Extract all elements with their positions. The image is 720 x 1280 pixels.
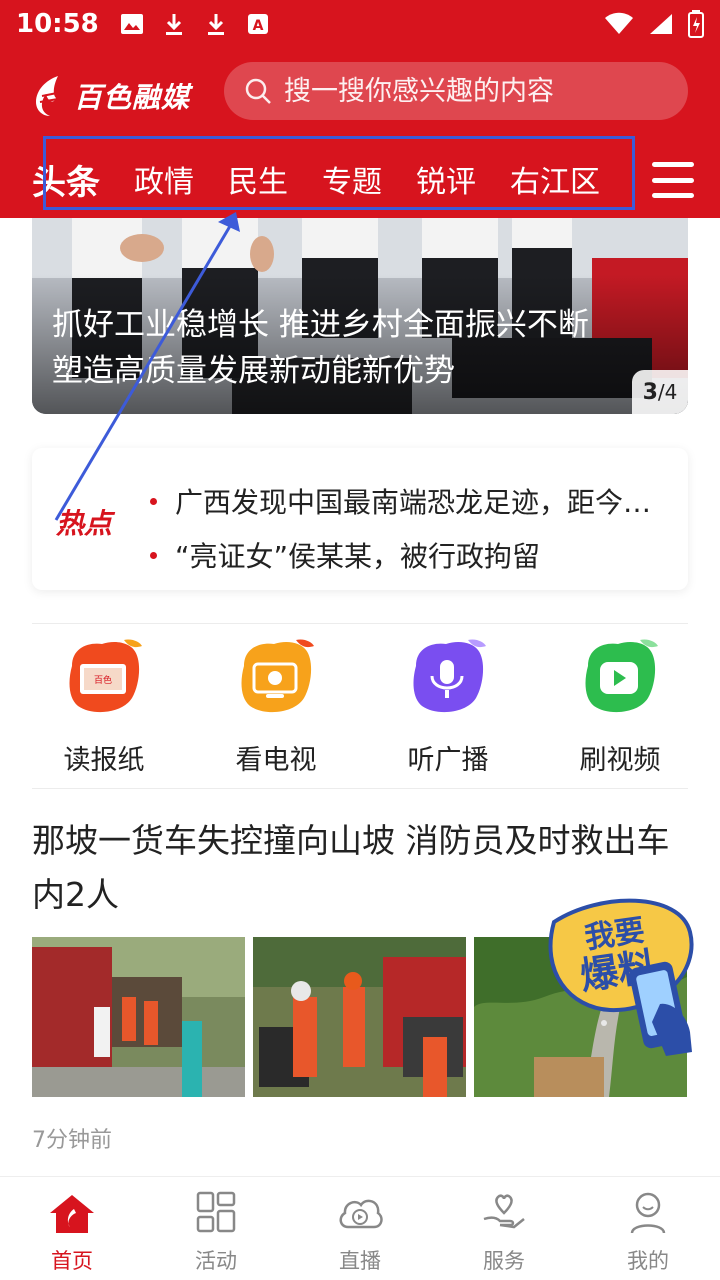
menu-icon-bar [652, 162, 694, 167]
quick-shortcuts: 百色 读报纸 看电视 听广播 刷视频 [0, 636, 720, 786]
nav-service[interactable]: 服务 [432, 1177, 576, 1280]
hot-news-item[interactable]: 广西发现中国最南端恐龙足迹，距今约1亿年 [150, 474, 670, 528]
tab-livelihood[interactable]: 民生 [228, 157, 288, 201]
hot-news-text: “亮证女”侯某某，被行政拘留 [175, 540, 541, 573]
hot-label: 热点 [56, 507, 113, 540]
search-icon [245, 78, 271, 104]
app-a-icon: A [245, 11, 271, 37]
nav-activity[interactable]: 活动 [144, 1177, 288, 1280]
nav-label: 我的 [627, 1249, 669, 1273]
nav-live[interactable]: 直播 [288, 1177, 432, 1280]
shortcut-label: 看电视 [235, 745, 317, 776]
download-icon [161, 11, 187, 37]
channel-menu-button[interactable] [652, 162, 694, 198]
live-cloud-icon [339, 1199, 383, 1229]
article-image [32, 937, 245, 1097]
bullet-dot [150, 497, 157, 505]
shortcut-video[interactable]: 刷视频 [534, 636, 706, 786]
video-icon [585, 639, 658, 713]
app-header: 百色融媒 头条 政情 民生 专题 锐评 右江区 [0, 48, 720, 218]
nav-label: 活动 [195, 1249, 237, 1273]
firefighter-rescue-photo [253, 937, 466, 1097]
bullet-dot [150, 551, 157, 559]
download-icon [203, 11, 229, 37]
divider [32, 788, 688, 789]
signal-icon [650, 14, 672, 34]
nav-label: 直播 [339, 1249, 381, 1273]
podcast-icon [413, 639, 486, 713]
nav-label: 首页 [51, 1249, 93, 1273]
shortcut-label: 读报纸 [63, 745, 145, 776]
search-input[interactable] [284, 75, 664, 107]
search-bar[interactable] [224, 62, 688, 120]
page-total: /4 [657, 380, 678, 404]
banner-headline[interactable]: 抓好工业稳增长 推进乡村全面振兴不断塑造高质量发展新动能新优势 [52, 302, 612, 394]
hot-news-text: 广西发现中国最南端恐龙足迹，距今约1亿年 [175, 486, 670, 519]
carousel-page-indicator: 3/4 [632, 370, 688, 414]
tab-politics[interactable]: 政情 [134, 157, 194, 201]
home-icon [50, 1195, 94, 1233]
status-time: 10:58 [16, 9, 99, 39]
hot-news-item[interactable]: “亮证女”侯某某，被行政拘留 [150, 528, 670, 582]
divider [32, 623, 688, 624]
service-heart-icon [483, 1194, 525, 1229]
shortcut-radio[interactable]: 听广播 [362, 636, 534, 786]
nav-profile[interactable]: 我的 [576, 1177, 720, 1280]
wifi-icon [605, 12, 633, 34]
shortcut-tv[interactable]: 看电视 [190, 636, 362, 786]
truck-rescue-photo [32, 937, 245, 1097]
tab-headline[interactable]: 头条 [32, 155, 100, 204]
app-logo[interactable]: 百色融媒 [28, 72, 190, 120]
tab-youjiang[interactable]: 右江区 [510, 157, 600, 201]
headline-carousel[interactable]: 抓好工业稳增长 推进乡村全面振兴不断塑造高质量发展新动能新优势 3/4 [32, 218, 688, 414]
tab-topics[interactable]: 专题 [322, 157, 382, 201]
menu-icon-bar [652, 177, 694, 183]
image-notification-icon [119, 11, 145, 37]
report-news-floating-button[interactable]: 我要 爆料 [540, 892, 706, 1062]
article-timestamp: 7分钟前 [32, 1128, 112, 1153]
menu-icon-bar [652, 193, 694, 198]
nav-label: 服务 [483, 1249, 525, 1273]
svg-text:A: A [252, 18, 263, 34]
hot-news-card: 热点 广西发现中国最南端恐龙足迹，距今约1亿年 “亮证女”侯某某，被行政拘留 [32, 448, 688, 590]
shortcut-label: 刷视频 [579, 745, 661, 776]
shortcut-label: 听广播 [407, 745, 489, 776]
newspaper-icon: 百色 [69, 639, 142, 713]
article-image [253, 937, 466, 1097]
nav-home[interactable]: 首页 [0, 1177, 144, 1280]
tv-icon [241, 639, 314, 713]
bottom-navigation: 首页 活动 直播 服务 我的 [0, 1176, 720, 1280]
shortcut-newspaper[interactable]: 百色 读报纸 [18, 636, 190, 786]
logo-text: 百色融媒 [74, 81, 191, 114]
tab-commentary[interactable]: 锐评 [416, 157, 476, 201]
activity-grid-icon [196, 1191, 236, 1233]
status-bar: 10:58 A [0, 0, 720, 48]
battery-icon [688, 10, 704, 38]
logo-flame-icon [36, 76, 63, 116]
svg-text:百色: 百色 [94, 674, 112, 686]
status-system-icons [604, 10, 704, 38]
page-current: 3 [642, 379, 658, 405]
channel-tabs: 头条 政情 民生 专题 锐评 右江区 [0, 144, 640, 214]
profile-icon [630, 1192, 666, 1234]
hot-news-list: 广西发现中国最南端恐龙足迹，距今约1亿年 “亮证女”侯某某，被行政拘留 [150, 474, 670, 582]
status-notification-icons: A [119, 11, 271, 37]
